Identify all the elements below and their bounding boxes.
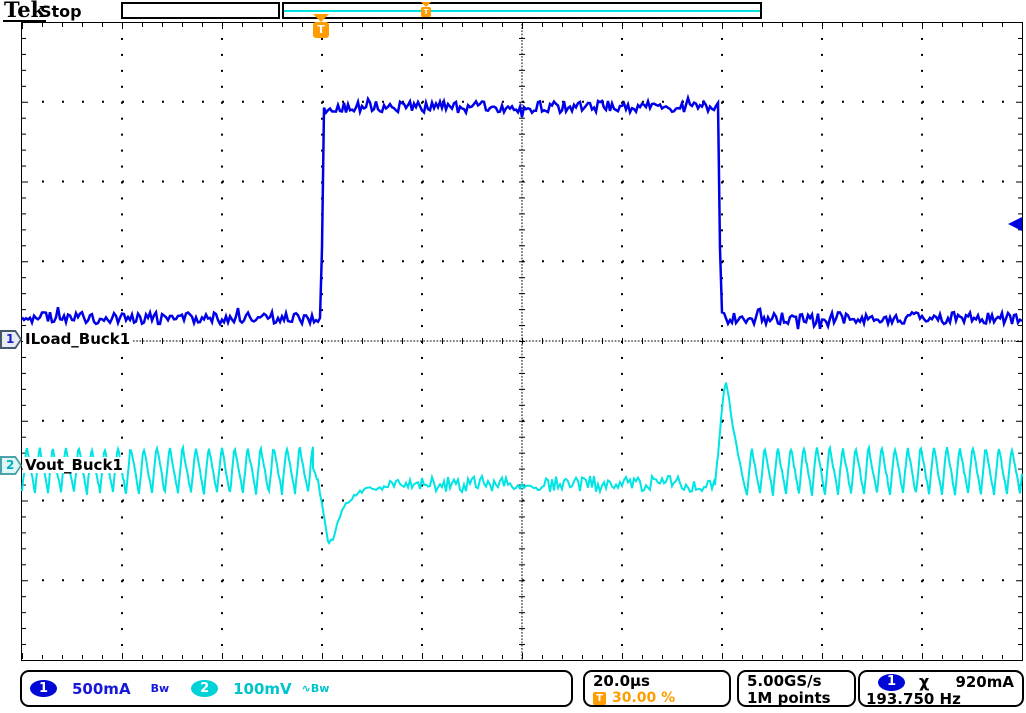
graticule-and-traces xyxy=(21,22,1023,661)
graticule-grid xyxy=(21,22,1023,661)
trigger-level-arrow-icon xyxy=(1008,217,1022,231)
ch1-bandwidth-icon: Bw xyxy=(150,682,170,695)
channel-scale-readout: 1 500mA Bw 2 100mV ∿Bw xyxy=(20,670,573,707)
ch2-marker-number: 2 xyxy=(2,458,20,473)
record-length: 1M points xyxy=(747,689,831,707)
ch2-badge: 2 xyxy=(191,680,219,697)
measurement-value: 920mA xyxy=(955,673,1014,691)
trigger-t-icon: T xyxy=(593,691,606,705)
ch1-scale: 500mA xyxy=(72,679,131,698)
oscilloscope-screen: Tek Stop T T 1 ILoad_Buck1 2 Vout_Buck1 … xyxy=(0,0,1026,713)
ch1-marker-number: 1 xyxy=(2,332,20,347)
trigger-frequency: 193.750 Hz xyxy=(866,690,961,708)
ch2-scale: 100mV xyxy=(233,679,292,698)
ch1-label: ILoad_Buck1 xyxy=(23,330,133,348)
trigger-t-icon: T xyxy=(313,22,329,38)
sample-rate: 5.00GS/s xyxy=(747,672,822,690)
trigger-position-percent: 30.00 % xyxy=(612,690,676,706)
ch1-badge: 1 xyxy=(30,680,57,697)
ch2-coupling-bandwidth-icon: ∿Bw xyxy=(301,682,330,695)
measurement-channel-badge: 1 xyxy=(878,673,905,691)
timebase-scale: 20.0µs xyxy=(593,672,650,690)
acquisition-readout: 5.00GS/s 1M points xyxy=(737,670,856,707)
ch2-label: Vout_Buck1 xyxy=(23,456,125,474)
mean-symbol-icon: χ xyxy=(919,672,930,691)
trigger-position-marker: T xyxy=(312,14,330,38)
timebase-readout: 20.0µs T 30.00 % xyxy=(583,670,731,707)
trigger-arrow-icon xyxy=(313,14,329,22)
measurement-readout: 1 χ 920mA 193.750 Hz xyxy=(858,670,1024,707)
